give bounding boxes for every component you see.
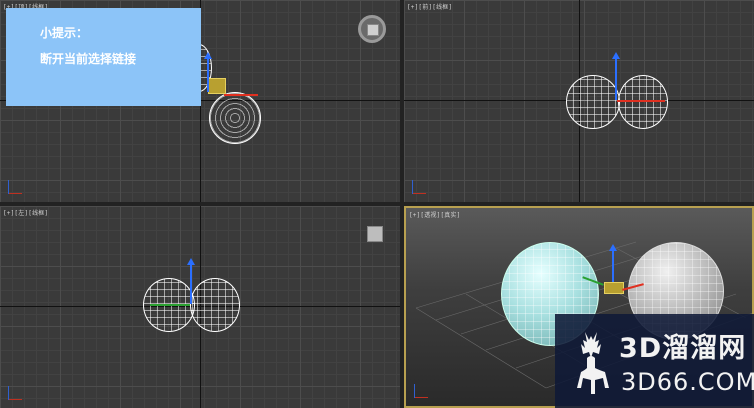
axis-tripod-icon xyxy=(412,180,426,194)
viewport-label-perspective[interactable]: [+][透视][真实] xyxy=(409,210,461,219)
move-gizmo-x-axis[interactable] xyxy=(224,94,258,96)
tip-text: 断开当前选择链接 xyxy=(40,52,137,66)
axis-tripod-icon xyxy=(414,384,428,398)
viewport-left[interactable]: [+][左][线框] xyxy=(0,206,400,408)
viewport-front[interactable]: [+][前][线框] xyxy=(404,0,754,202)
move-gizmo-x-axis[interactable] xyxy=(617,100,665,102)
axis-tripod-icon xyxy=(8,386,22,400)
tip-box: 小提示： 断开当前选择链接 xyxy=(6,8,201,106)
move-gizmo-y-axis[interactable] xyxy=(187,258,195,304)
view-cube-icon[interactable] xyxy=(358,15,386,43)
move-gizmo-plane[interactable] xyxy=(208,78,226,94)
watermark-domain: 3D66.COM xyxy=(621,368,754,396)
deer-logo-icon xyxy=(577,332,609,394)
tip-title: 小提示： xyxy=(40,26,89,40)
sphere-right[interactable] xyxy=(618,75,668,129)
move-gizmo-z-axis[interactable] xyxy=(150,304,190,306)
watermark-logo: 3D溜溜网 3D66.COM xyxy=(555,314,754,408)
viewport-label-front[interactable]: [+][前][线框] xyxy=(407,2,452,11)
viewport-label-left[interactable]: [+][左][线框] xyxy=(3,208,48,217)
sphere-right[interactable] xyxy=(190,278,240,332)
watermark-brand: 3D溜溜网 xyxy=(619,333,747,364)
sphere-selected[interactable] xyxy=(209,92,261,144)
move-gizmo-y-axis[interactable] xyxy=(612,52,620,100)
view-cube-small-icon[interactable] xyxy=(367,226,383,242)
sphere-left[interactable] xyxy=(566,75,620,129)
move-gizmo-y-axis[interactable] xyxy=(204,52,212,92)
max-viewport-layout: [+][顶][线框] [+][前][线框] [+][左][线框] xyxy=(0,0,754,408)
axis-tripod-icon xyxy=(8,180,22,194)
move-gizmo-y-axis[interactable] xyxy=(609,244,617,284)
